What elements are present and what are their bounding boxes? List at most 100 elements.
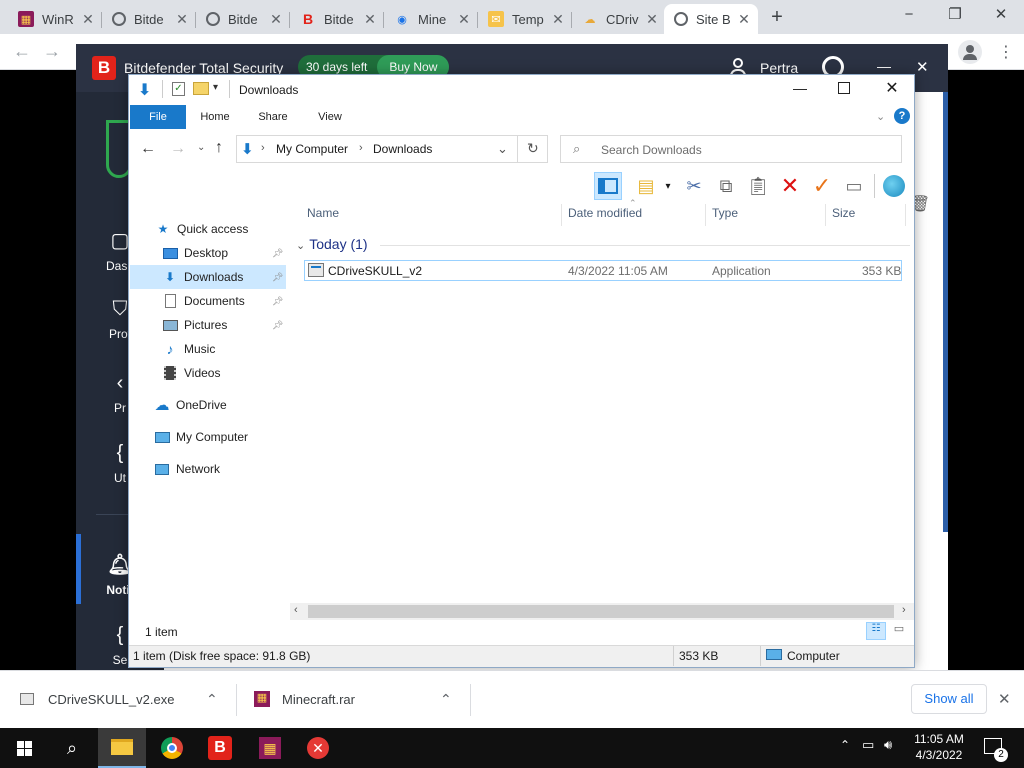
address-dropdown-icon[interactable]: ⌄ xyxy=(497,141,508,157)
column-separator[interactable] xyxy=(905,204,906,226)
network-tray-icon[interactable]: ▭ xyxy=(862,737,874,753)
bd-scrollbar[interactable] xyxy=(943,92,948,532)
close-shelf-icon[interactable]: ✕ xyxy=(998,690,1011,708)
pin-icon[interactable]: 📌︎ xyxy=(272,320,283,331)
browser-tab[interactable]: ◉ Mine ✕ xyxy=(384,4,478,34)
close-tab-icon[interactable]: ✕ xyxy=(268,11,284,28)
maximize-button[interactable]: ❐ xyxy=(932,4,978,28)
back-arrow-icon[interactable]: ← xyxy=(10,40,34,64)
bd-close-icon[interactable]: ✕ xyxy=(916,58,929,76)
scrollbar-thumb[interactable] xyxy=(308,605,894,618)
tray-chevron-icon[interactable]: ⌃ xyxy=(840,738,850,752)
column-type[interactable]: Type xyxy=(706,204,824,226)
forward-arrow-icon[interactable]: → xyxy=(170,140,186,158)
nav-downloads[interactable]: ⬇ Downloads 📌︎ xyxy=(130,265,286,289)
nav-pictures[interactable]: Pictures 📌︎ xyxy=(162,313,286,337)
details-view-icon[interactable]: ☷ xyxy=(866,622,886,640)
minimize-button[interactable]: − xyxy=(886,4,932,28)
recent-locations-icon[interactable]: ⌄ xyxy=(197,142,205,153)
nav-desktop[interactable]: Desktop 📌︎ xyxy=(162,241,286,265)
forward-arrow-icon[interactable]: → xyxy=(40,40,64,64)
back-arrow-icon[interactable]: ← xyxy=(140,140,156,158)
properties-toolbar-icon[interactable]: ▭ xyxy=(840,172,868,200)
delete-icon[interactable]: ✕ xyxy=(776,172,804,200)
browser-tab[interactable]: Bitde ✕ xyxy=(102,4,196,34)
browser-tab[interactable]: ☁ CDriv ✕ xyxy=(572,4,666,34)
nav-onedrive[interactable]: ☁ OneDrive xyxy=(154,393,227,417)
nav-network[interactable]: Network xyxy=(154,457,220,481)
menu-icon[interactable]: ⋮ xyxy=(996,42,1016,62)
pin-icon[interactable]: 📌︎ xyxy=(272,296,283,307)
winrar-taskbar-icon[interactable]: ▦ xyxy=(246,728,294,768)
nav-quick-access[interactable]: ★ Quick access xyxy=(155,217,249,241)
close-tab-icon[interactable]: ✕ xyxy=(644,11,660,28)
search-icon[interactable]: ⌕ xyxy=(48,728,96,768)
copy-icon[interactable]: ⧉ xyxy=(712,172,740,200)
bitdefender-taskbar-icon[interactable]: B xyxy=(196,728,244,768)
tab-file[interactable]: File xyxy=(130,105,186,129)
profile-avatar-icon[interactable] xyxy=(958,40,982,64)
chrome-taskbar-icon[interactable] xyxy=(148,728,196,768)
ex-close-button[interactable]: ✕ xyxy=(880,78,904,98)
cut-icon[interactable]: ✂ xyxy=(680,172,708,200)
preview-pane-icon[interactable] xyxy=(594,172,622,200)
search-input[interactable]: ⌕ Search Downloads xyxy=(560,135,902,163)
tab-home[interactable]: Home xyxy=(190,105,240,129)
close-tab-icon[interactable]: ✕ xyxy=(456,11,472,28)
nav-videos[interactable]: Videos xyxy=(162,361,220,385)
close-button[interactable]: ✕ xyxy=(978,4,1024,28)
pin-icon[interactable]: 📌︎ xyxy=(272,248,283,259)
column-name[interactable]: Name xyxy=(301,204,561,226)
breadcrumb-my-computer[interactable]: My Computer xyxy=(276,142,348,156)
refresh-icon[interactable]: ↻ xyxy=(527,140,539,157)
ex-minimize-button[interactable]: — xyxy=(788,80,812,98)
large-icons-view-icon[interactable]: ▭ xyxy=(890,622,908,640)
horizontal-scrollbar[interactable]: ‹ › xyxy=(290,603,914,620)
paste-icon[interactable]: 📋︎ xyxy=(744,172,772,200)
chevron-up-icon[interactable]: ⌃ xyxy=(206,691,218,708)
toolbar-dropdown-icon[interactable]: ▾ xyxy=(660,172,676,200)
bd-minimize-icon[interactable]: — xyxy=(877,58,891,74)
ribbon-expand-icon[interactable]: ⌄ xyxy=(876,110,885,123)
properties-icon[interactable]: ✓ xyxy=(172,82,185,96)
qat-dropdown-icon[interactable]: ▾ xyxy=(213,82,218,93)
nav-music[interactable]: ♪ Music xyxy=(162,337,216,361)
nav-my-computer[interactable]: My Computer xyxy=(154,425,248,449)
column-size[interactable]: Size xyxy=(826,204,906,226)
close-tab-icon[interactable]: ✕ xyxy=(174,11,190,28)
folder-options-icon[interactable]: ▤ xyxy=(632,172,660,200)
download-item[interactable]: ▦ Minecraft.rar ⌃ xyxy=(254,670,470,728)
volume-icon[interactable]: 🔊︎ xyxy=(884,737,892,753)
start-button[interactable] xyxy=(0,728,48,768)
scroll-left-icon[interactable]: ‹ xyxy=(294,604,298,616)
close-tab-icon[interactable]: ✕ xyxy=(80,11,96,28)
tab-view[interactable]: View xyxy=(305,105,355,129)
address-bar[interactable]: ⬇ › My Computer › Downloads ⌄ ↻ xyxy=(236,135,548,163)
group-header[interactable]: ⌄ Today (1) xyxy=(296,236,368,252)
chevron-up-icon[interactable]: ⌃ xyxy=(440,691,452,708)
tab-share[interactable]: Share xyxy=(248,105,298,129)
error-app-taskbar-icon[interactable]: ✕ xyxy=(294,728,342,768)
download-item[interactable]: CDriveSKULL_v2.exe ⌃ xyxy=(20,670,236,728)
pin-icon[interactable]: 📌︎ xyxy=(272,272,283,283)
close-tab-icon[interactable]: ✕ xyxy=(550,11,566,28)
nav-documents[interactable]: Documents 📌︎ xyxy=(162,289,286,313)
browser-tab[interactable]: B Bitde ✕ xyxy=(290,4,384,34)
up-arrow-icon[interactable]: ↑ xyxy=(215,139,223,157)
new-folder-icon[interactable] xyxy=(193,82,209,95)
show-all-button[interactable]: Show all xyxy=(911,684,987,714)
globe-icon[interactable] xyxy=(880,172,908,200)
scroll-right-icon[interactable]: › xyxy=(902,604,906,616)
ex-maximize-button[interactable] xyxy=(838,82,850,94)
browser-tab[interactable]: ▦ WinR ✕ xyxy=(8,4,102,34)
browser-tab-active[interactable]: Site B ✕ xyxy=(664,4,758,34)
file-explorer-taskbar-icon[interactable] xyxy=(98,728,146,768)
breadcrumb-downloads[interactable]: Downloads xyxy=(373,142,432,156)
browser-tab[interactable]: Bitde ✕ xyxy=(196,4,290,34)
rename-icon[interactable]: ✓ xyxy=(808,172,836,200)
new-tab-button[interactable]: + xyxy=(765,6,789,30)
browser-tab[interactable]: ✉ Temp ✕ xyxy=(478,4,572,34)
close-tab-icon[interactable]: ✕ xyxy=(736,11,752,28)
clock[interactable]: 11:05 AM 4/3/2022 xyxy=(900,731,978,763)
help-icon[interactable]: ? xyxy=(894,108,910,124)
